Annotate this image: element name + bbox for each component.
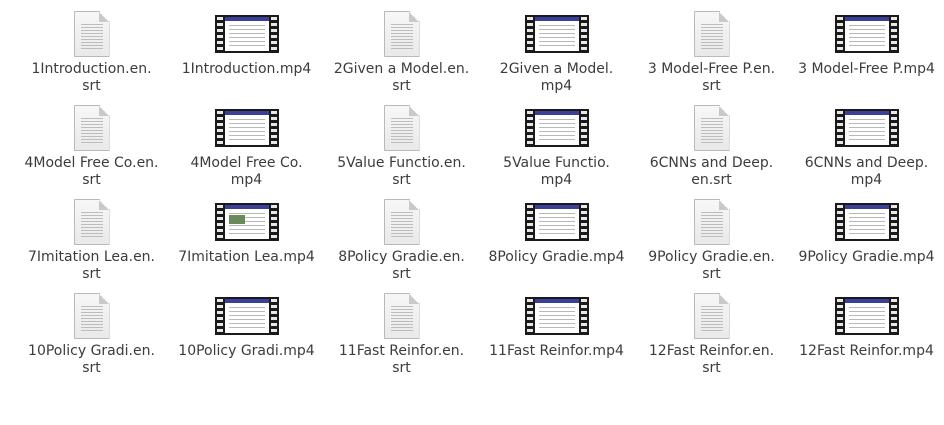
file-item[interactable]: 7Imitation Lea.en. srt — [14, 194, 169, 288]
file-item[interactable]: 12Fast Reinfor.mp4 — [789, 288, 944, 382]
file-name: 4Model Free Co.en. srt — [24, 155, 159, 188]
video-file-icon — [524, 297, 589, 335]
video-file-icon — [834, 109, 899, 147]
file-name: 2Given a Model. mp4 — [499, 61, 614, 94]
file-item[interactable]: 12Fast Reinfor.en. srt — [634, 288, 789, 382]
file-item[interactable]: 2Given a Model.en. srt — [324, 6, 479, 100]
video-file-icon — [214, 109, 279, 147]
file-item[interactable]: 11Fast Reinfor.en. srt — [324, 288, 479, 382]
file-name: 11Fast Reinfor.mp4 — [489, 343, 624, 359]
video-file-icon — [834, 203, 899, 241]
video-file-icon — [834, 297, 899, 335]
file-name: 9Policy Gradie.mp4 — [798, 249, 935, 265]
file-item[interactable]: 3 Model-Free P.mp4 — [789, 6, 944, 100]
text-document-icon — [383, 293, 420, 339]
file-item[interactable]: 2Given a Model. mp4 — [479, 6, 634, 100]
text-document-icon — [383, 11, 420, 57]
video-file-icon — [524, 109, 589, 147]
text-document-icon — [693, 105, 730, 151]
file-item[interactable]: 9Policy Gradie.mp4 — [789, 194, 944, 288]
file-name: 10Policy Gradi.en. srt — [28, 343, 155, 376]
file-item[interactable]: 10Policy Gradi.mp4 — [169, 288, 324, 382]
file-item[interactable]: 6CNNs and Deep. en.srt — [634, 100, 789, 194]
file-item[interactable]: 6CNNs and Deep. mp4 — [789, 100, 944, 194]
video-file-icon — [524, 15, 589, 53]
file-name: 9Policy Gradie.en. srt — [648, 249, 775, 282]
text-document-icon — [693, 11, 730, 57]
file-name: 7Imitation Lea.mp4 — [178, 249, 315, 265]
text-document-icon — [73, 105, 110, 151]
text-document-icon — [383, 105, 420, 151]
file-item[interactable]: 7Imitation Lea.mp4 — [169, 194, 324, 288]
text-document-icon — [73, 11, 110, 57]
file-item[interactable]: 4Model Free Co. mp4 — [169, 100, 324, 194]
video-file-icon — [214, 297, 279, 335]
file-name: 3 Model-Free P.mp4 — [798, 61, 935, 77]
text-document-icon — [693, 293, 730, 339]
file-item[interactable]: 3 Model-Free P.en. srt — [634, 6, 789, 100]
text-document-icon — [693, 199, 730, 245]
file-name: 3 Model-Free P.en. srt — [647, 61, 776, 94]
file-item[interactable]: 10Policy Gradi.en. srt — [14, 288, 169, 382]
video-file-icon — [214, 203, 279, 241]
file-grid: 1Introduction.en. srt 1Introduction.mp4 … — [14, 6, 944, 382]
file-item[interactable]: 8Policy Gradie.mp4 — [479, 194, 634, 288]
text-document-icon — [73, 199, 110, 245]
file-item[interactable]: 5Value Functio. mp4 — [479, 100, 634, 194]
file-name: 6CNNs and Deep. en.srt — [649, 155, 774, 188]
text-document-icon — [383, 199, 420, 245]
file-item[interactable]: 1Introduction.en. srt — [14, 6, 169, 100]
file-item[interactable]: 8Policy Gradie.en. srt — [324, 194, 479, 288]
file-name: 5Value Functio.en. srt — [337, 155, 466, 188]
file-name: 1Introduction.en. srt — [31, 61, 152, 94]
text-document-icon — [73, 293, 110, 339]
file-item[interactable]: 1Introduction.mp4 — [169, 6, 324, 100]
file-name: 4Model Free Co. mp4 — [190, 155, 303, 188]
file-item[interactable]: 11Fast Reinfor.mp4 — [479, 288, 634, 382]
video-file-icon — [214, 15, 279, 53]
file-name: 12Fast Reinfor.en. srt — [648, 343, 775, 376]
video-file-icon — [524, 203, 589, 241]
file-name: 8Policy Gradie.mp4 — [488, 249, 625, 265]
file-name: 8Policy Gradie.en. srt — [338, 249, 465, 282]
file-name: 1Introduction.mp4 — [181, 61, 312, 77]
file-name: 2Given a Model.en. srt — [333, 61, 470, 94]
file-item[interactable]: 5Value Functio.en. srt — [324, 100, 479, 194]
file-name: 5Value Functio. mp4 — [503, 155, 610, 188]
file-name: 6CNNs and Deep. mp4 — [804, 155, 929, 188]
file-name: 11Fast Reinfor.en. srt — [338, 343, 465, 376]
file-name: 12Fast Reinfor.mp4 — [799, 343, 934, 359]
file-name: 7Imitation Lea.en. srt — [27, 249, 156, 282]
file-name: 10Policy Gradi.mp4 — [178, 343, 315, 359]
file-item[interactable]: 9Policy Gradie.en. srt — [634, 194, 789, 288]
file-item[interactable]: 4Model Free Co.en. srt — [14, 100, 169, 194]
video-file-icon — [834, 15, 899, 53]
